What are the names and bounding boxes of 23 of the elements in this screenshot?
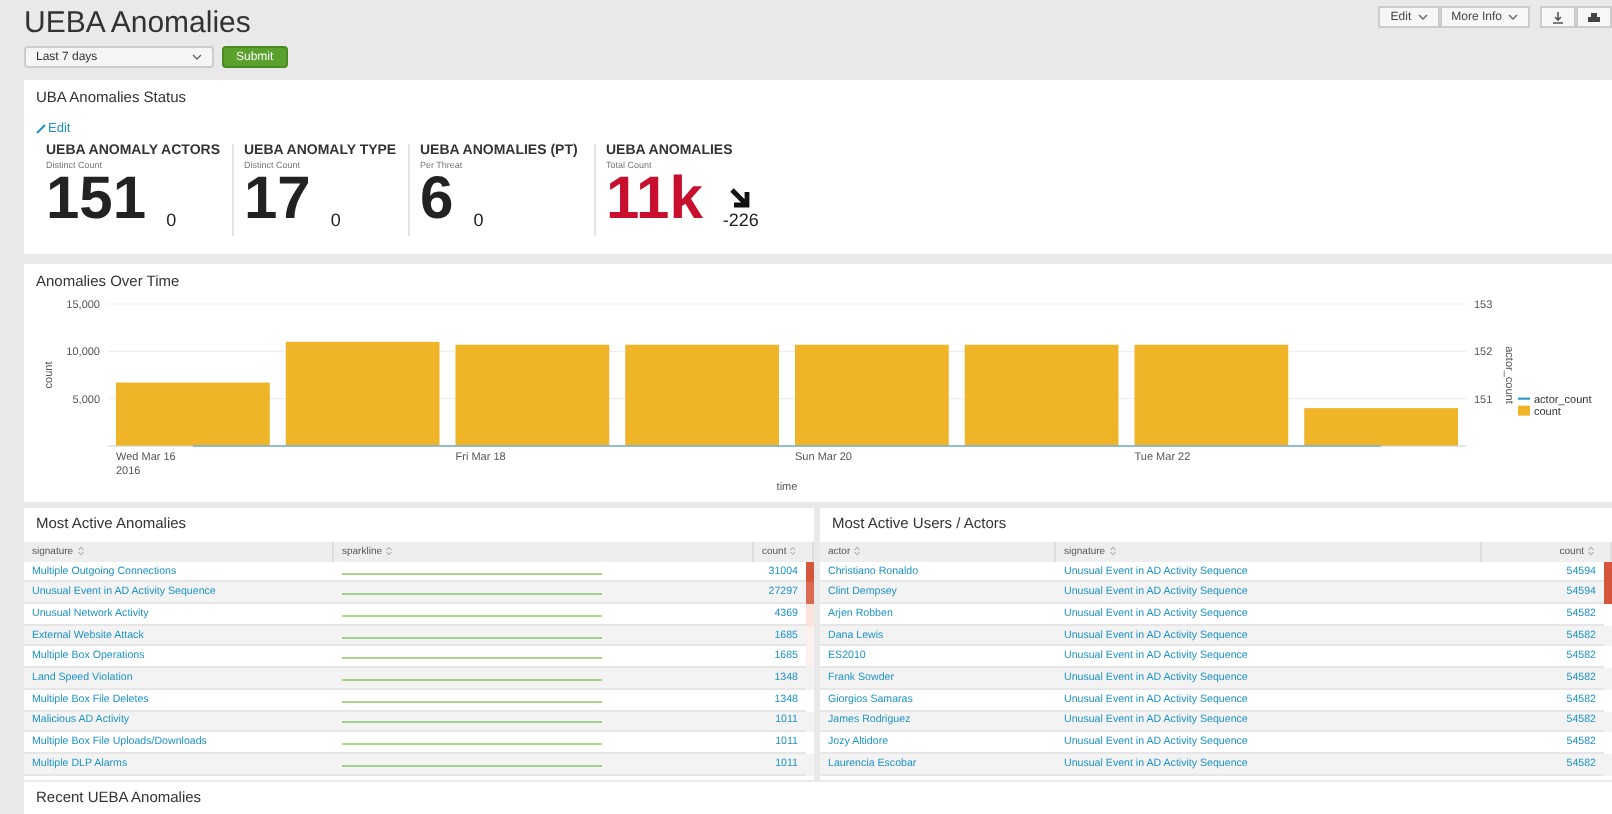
metric-delta: 0 [330, 209, 341, 230]
metric-value: 17 [244, 169, 311, 230]
metric-delta: 0 [473, 209, 484, 230]
download-icon [1552, 11, 1564, 23]
metric-value: 11k [606, 169, 703, 230]
pencil-icon [36, 123, 46, 134]
sort-icon [77, 546, 84, 557]
metric-value: 6 [420, 169, 454, 230]
export-button[interactable] [1540, 6, 1576, 28]
sort-icon [386, 546, 393, 557]
print-button[interactable] [1576, 6, 1612, 28]
page-title: UEBA Anomalies [24, 6, 251, 42]
caret-icon [1417, 14, 1428, 20]
printer-icon [1588, 11, 1600, 23]
metric-value: 151 [46, 169, 147, 230]
sort-icon [854, 546, 861, 557]
sort-icon [1109, 546, 1116, 557]
sort-icon [790, 546, 796, 557]
metric-delta: 0 [166, 209, 177, 230]
sort-icon [1588, 546, 1594, 557]
caret-icon [1508, 14, 1518, 20]
metric-delta: -226 [722, 209, 759, 230]
caret-icon [192, 54, 202, 60]
